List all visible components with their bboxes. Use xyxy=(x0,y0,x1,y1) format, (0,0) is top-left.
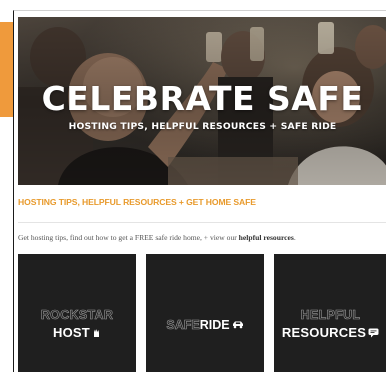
content-frame: CELEBRATE SAFE HOSTING TIPS, HELPFUL RES… xyxy=(13,10,386,372)
card-rockstar-host-label: HOST xyxy=(53,325,90,340)
divider xyxy=(18,222,386,223)
intro-text-end: . xyxy=(293,233,296,242)
car-icon xyxy=(232,316,244,334)
section-heading: HOSTING TIPS, HELPFUL RESOURCES + GET HO… xyxy=(18,197,256,207)
card-helpful-resources-label: RESOURCES xyxy=(281,325,367,340)
helpful-resources-link[interactable]: helpful resources xyxy=(239,233,294,242)
page: CELEBRATE SAFE HOSTING TIPS, HELPFUL RES… xyxy=(0,0,386,372)
card-safe-ride-label: SAFERIDE xyxy=(146,316,264,334)
card-safe-ride-line1: SAFE xyxy=(166,318,200,333)
card-safe-ride[interactable]: SAFERIDE xyxy=(146,254,264,372)
card-rockstar-host-line1: ROCKSTAR xyxy=(40,308,114,323)
hero-banner[interactable]: CELEBRATE SAFE HOSTING TIPS, HELPFUL RES… xyxy=(18,17,386,185)
card-helpful-resources[interactable]: HELPFUL RESOURCES xyxy=(274,254,386,372)
card-rockstar-host[interactable]: ROCKSTAR HOST xyxy=(18,254,136,372)
hero-subtitle: HOSTING TIPS, HELPFUL RESOURCES + SAFE R… xyxy=(68,121,337,132)
hero-title: CELEBRATE SAFE xyxy=(41,79,364,118)
card-helpful-resources-line1: HELPFUL xyxy=(300,308,361,323)
card-rockstar-host-line2: HOST xyxy=(18,325,136,341)
card-helpful-resources-line2: RESOURCES xyxy=(274,325,386,341)
intro-text-start: Get hosting tips, find out how to get a … xyxy=(18,233,239,242)
card-safe-ride-line2: RIDE xyxy=(199,318,230,333)
hand-icon xyxy=(92,326,101,341)
chat-icon xyxy=(368,326,379,341)
intro-text: Get hosting tips, find out how to get a … xyxy=(18,233,296,242)
